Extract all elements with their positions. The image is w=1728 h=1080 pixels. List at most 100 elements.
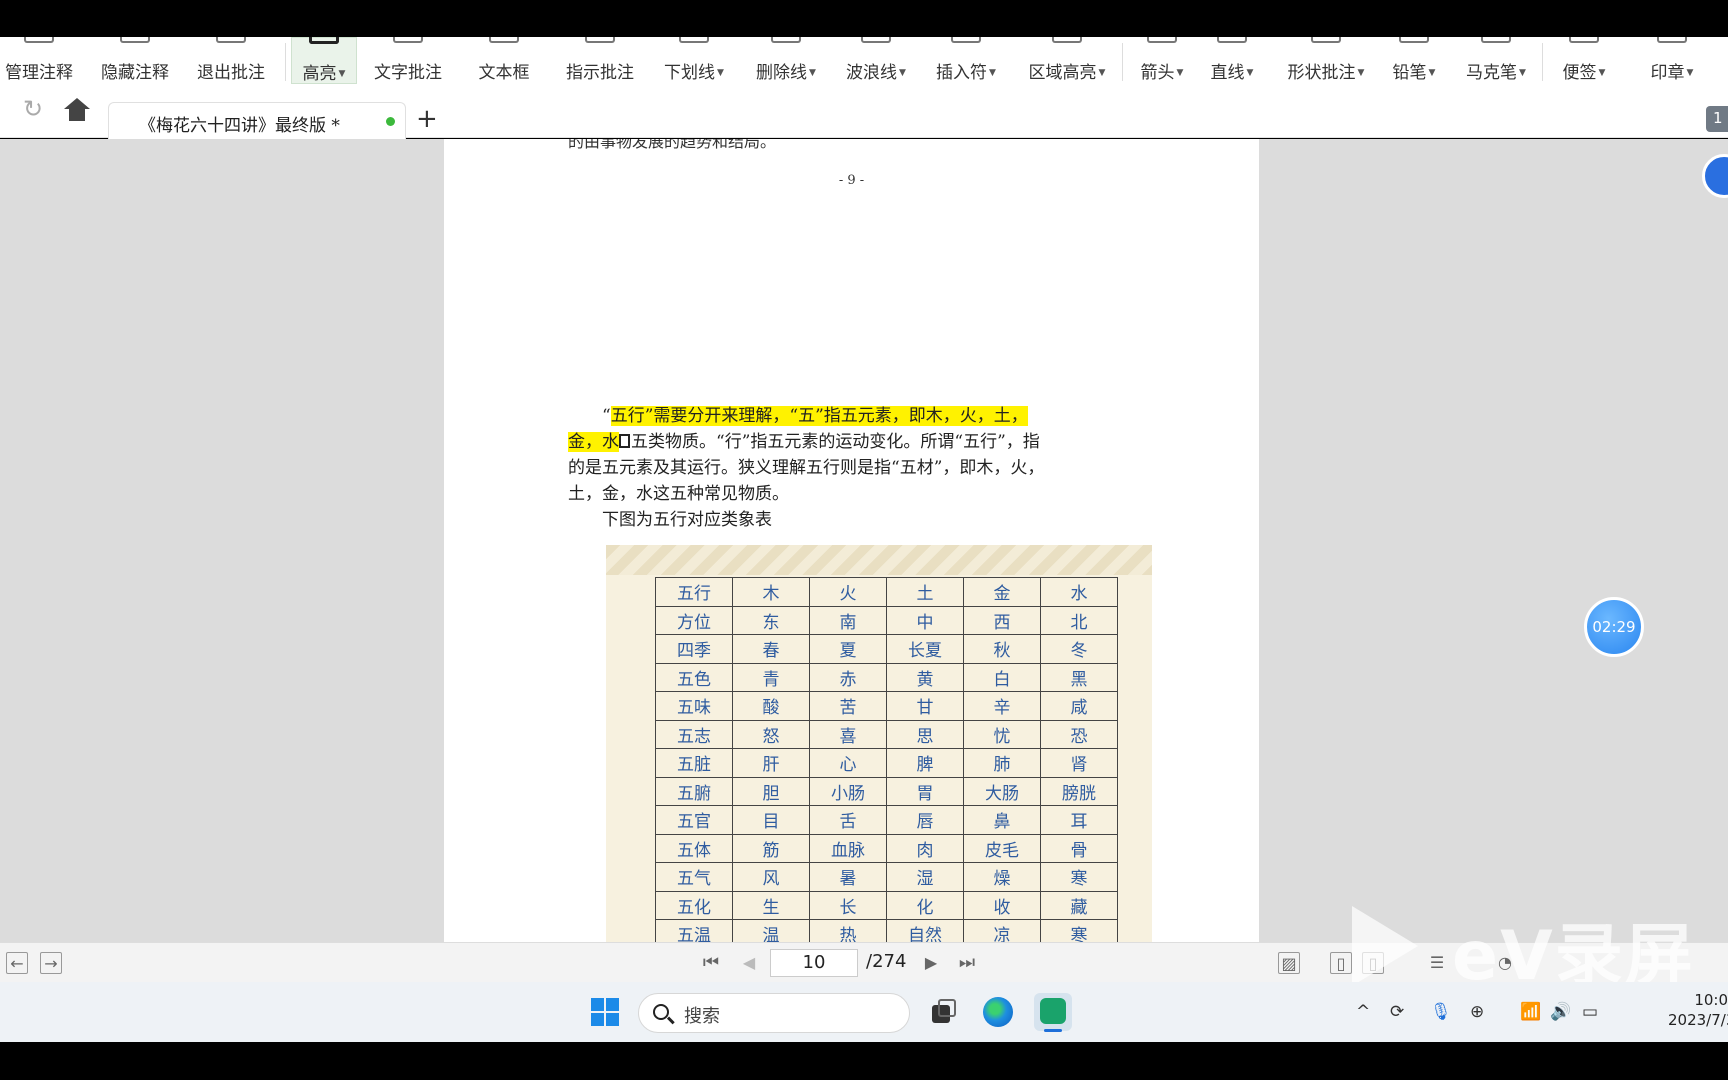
table-row: 五体筋血脉肉皮毛骨 [655,833,1118,863]
area-highlight-button[interactable]: 区域高亮 ▼ [1020,37,1114,84]
pencil-button[interactable]: 铅笔 ▼ [1384,37,1444,84]
dropdown-caret-icon: ▼ [1598,68,1606,78]
sync-icon[interactable]: ⟳ [1390,1002,1404,1022]
text-line: “五行”需要分开来理解，“五”指五元素，即木，火，土， [568,403,1138,429]
table-cell: 小肠 [809,776,887,806]
windows-start-icon[interactable] [591,998,619,1026]
dropdown-caret-icon: ▼ [717,68,724,78]
text-annotation-button[interactable]: 文字批注 [368,37,448,84]
underline-button[interactable]: 下划线 ▼ [656,37,732,84]
single-page-view-icon[interactable]: ▯ [1330,952,1352,974]
show-hidden-icons-icon[interactable]: ^ [1356,1002,1370,1022]
table-cell: 风 [732,862,810,892]
first-page-icon[interactable]: ⏮ [700,952,722,974]
taskbar-search-box[interactable]: 搜索 [638,993,910,1033]
table-cell: 燥 [963,862,1041,892]
table-cell: 凉 [963,919,1041,942]
manage-annotations-button[interactable]: 管理注释 [0,37,78,84]
clock-time: 10:0 [1694,991,1728,1009]
arrow-button[interactable]: 箭头 ▼ [1130,37,1194,84]
highlight-button[interactable]: 高亮 ▼ [291,37,357,84]
table-cell: 西 [963,605,1041,635]
wifi-icon[interactable]: 📶 [1520,1002,1541,1022]
home-icon[interactable] [64,98,90,122]
marker-button[interactable]: 马克笔 ▼ [1458,37,1534,84]
floating-assistant-button[interactable] [1702,154,1728,198]
line-icon [1217,37,1247,43]
highlighted-text[interactable]: 金，水 [568,432,619,452]
dropdown-caret-icon: ▼ [1176,68,1184,78]
pointer-annotation-button[interactable]: 指示批注 [560,37,640,84]
tab-counter-badge[interactable]: 1 [1706,106,1728,132]
sticky-note-label: 便签 [1562,63,1597,83]
exit-annotation-button[interactable]: 退出批注 [192,37,270,84]
strikethrough-label: 删除线 [756,63,808,83]
table-row-header: 五志 [655,719,733,749]
task-view-icon[interactable] [924,993,962,1031]
table-row: 五腑胆小肠胃大肠 膀胱 [655,776,1118,806]
table-row: 五脏肝心脾肺肾 [655,748,1118,778]
arrow-label: 箭头 [1140,63,1175,83]
dropdown-caret-icon: ▼ [338,69,346,79]
forward-icon[interactable]: → [40,952,62,974]
table-row-header: 五官 [655,805,733,835]
table-cell: 咸 [1040,691,1118,721]
wps-pdf-icon[interactable] [1034,993,1072,1032]
battery-icon[interactable]: ▭ [1582,1002,1598,1022]
volume-icon[interactable]: 🔊 [1550,1002,1571,1022]
shape-annotation-button[interactable]: 形状批注 ▼ [1278,37,1374,84]
highlighted-text[interactable]: 五行”需要分开来理解，“五”指五元素，即木，火，土， [610,406,1028,426]
table-cell: 甘 [886,691,964,721]
last-page-icon[interactable]: ⏭ [956,952,978,974]
annotation-view-icon[interactable]: ▨ [1278,952,1300,974]
table-cell: 木 [732,577,810,607]
marker-label: 马克笔 [1466,63,1518,83]
table-row-header: 五化 [655,890,733,920]
table-cell: 目 [732,805,810,835]
table-cell: 中 [886,605,964,635]
table-cell: 寒 [1040,919,1118,942]
tab-bar: ↻ 《梅花六十四讲》最终版 * + [0,84,1728,139]
line-button[interactable]: 直线 ▼ [1200,37,1264,84]
caret-insert-button[interactable]: 插入符 ▼ [928,37,1004,84]
table-cell: 温 [732,919,810,942]
redo-icon[interactable]: ↻ [20,97,46,124]
wavy-line-button[interactable]: 波浪线 ▼ [838,37,914,84]
text-line: 的是五元素及其运行。狭义理解五行则是指“五材”，即木，火， [568,458,1045,478]
table-cell: 北 [1040,605,1118,635]
back-icon[interactable]: ← [6,952,28,974]
table-cell: 骨 [1040,833,1118,863]
table-cell: 南 [809,605,887,635]
active-app-indicator [1044,1029,1062,1032]
new-tab-button[interactable]: + [416,106,438,132]
text-box-button[interactable]: 文本框 [467,37,541,84]
edge-browser-icon[interactable] [979,993,1017,1031]
strikethrough-button[interactable]: 删除线 ▼ [748,37,824,84]
table-row-header: 五味 [655,691,733,721]
ime-icon[interactable]: ⊕ [1470,1002,1484,1022]
sticky-note-button[interactable]: 便签 ▼ [1552,37,1616,84]
stamp-button[interactable]: 印章 ▼ [1640,37,1704,84]
table-cell: 青 [732,662,810,692]
system-clock[interactable]: 10:0 2023/7/3 [1668,990,1728,1030]
previous-page-icon[interactable]: ◀ [738,952,760,974]
microphone-icon[interactable]: 🎙 [1430,1002,1452,1022]
dropdown-caret-icon: ▼ [1428,68,1436,78]
table-row-header: 四季 [655,634,733,664]
toolbar-divider [1122,43,1123,81]
page-number-input[interactable]: 10 [770,949,858,977]
table-cell: 自然 [886,919,964,942]
document-viewer[interactable]: 的由事物发展的趋势和结局。 - 9 - “五行”需要分开来理解，“五”指五元素，… [0,139,1728,942]
dropdown-caret-icon: ▼ [989,68,996,78]
play-icon [1352,906,1418,986]
tab-document[interactable]: 《梅花六十四讲》最终版 * [108,102,406,139]
recording-timer[interactable]: 02:29 [1584,597,1644,657]
hide-annotations-button[interactable]: 隐藏注释 [96,37,174,84]
next-page-icon[interactable]: ▶ [920,952,942,974]
table-row: 五化生长化收藏 [655,890,1118,920]
text-segment: 下图为五行对应类象表 [602,510,772,530]
table-row: 五志怒喜思忧恐 [655,719,1118,749]
table-cell: 肾 [1040,748,1118,778]
text-annotation-icon [393,37,423,43]
page-body-text: “五行”需要分开来理解，“五”指五元素，即木，火，土， 金，水 五类物质。“行”指… [568,403,1138,533]
